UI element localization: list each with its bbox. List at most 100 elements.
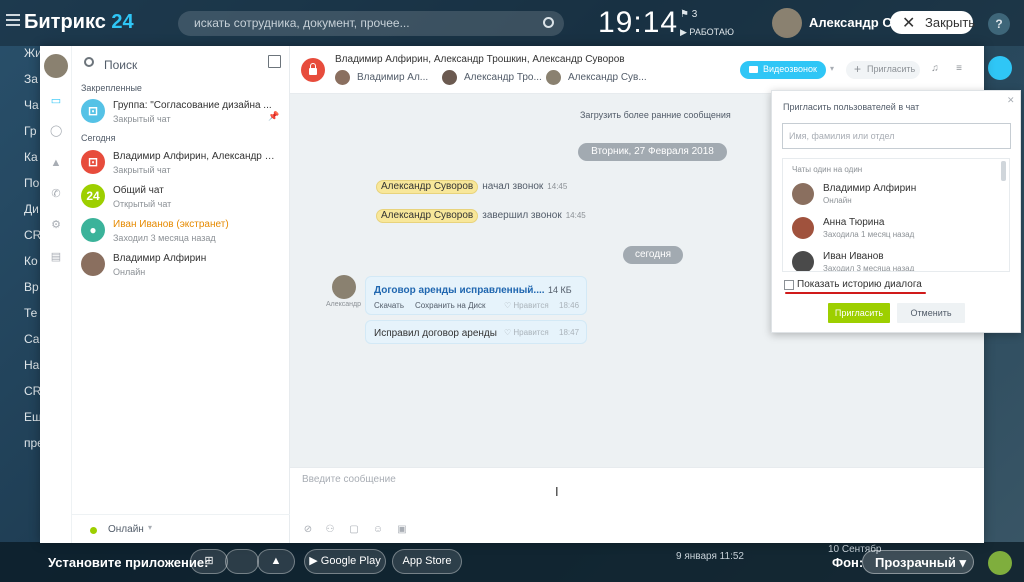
file-size: 14 КБ: [548, 285, 572, 295]
left-menu-item[interactable]: Жи: [0, 46, 42, 72]
chat-item-general[interactable]: 24 Общий чат Открытый чат: [72, 182, 290, 216]
mention-user-icon[interactable]: ⚇: [324, 524, 336, 536]
invite-list-item[interactable]: Иван Иванов Заходил 3 месяца назад: [792, 248, 992, 271]
portal-left-menu: Жи За Ча Гр Ка По Ди CR Ко Вр Те Са На C…: [0, 46, 44, 536]
chats-icon[interactable]: ▭: [50, 95, 62, 107]
phone-icon[interactable]: ✆: [50, 188, 62, 200]
invite-user-list: Чаты один на один Владимир Алфирин Онлай…: [782, 158, 1010, 272]
avatar: [81, 252, 105, 276]
create-task-icon[interactable]: ▣: [396, 524, 408, 536]
left-menu-item[interactable]: CR: [0, 228, 41, 254]
windows-app-button[interactable]: ⊞: [190, 549, 228, 574]
left-menu-item[interactable]: За: [0, 72, 40, 98]
notifications-icon[interactable]: ▲: [50, 157, 62, 169]
bell-icon[interactable]: ♫: [928, 62, 942, 76]
invite-list-item[interactable]: Владимир Алфирин Онлайн: [792, 180, 992, 210]
like-button[interactable]: ♡ Нравится: [504, 301, 549, 310]
left-menu-item[interactable]: Са: [0, 332, 40, 358]
show-history-label[interactable]: Показать историю диалога: [797, 279, 922, 290]
search-messages-icon[interactable]: ≡: [952, 62, 966, 76]
invite-confirm-button[interactable]: Пригласить: [828, 303, 890, 323]
background-select[interactable]: Прозрачный ▾: [862, 550, 974, 574]
hamburger-menu-icon[interactable]: [6, 14, 20, 26]
message-input-placeholder: Введите сообщение: [302, 474, 396, 485]
recent-search[interactable]: Поиск: [72, 46, 290, 80]
close-messenger-button[interactable]: ✕ Закрыть: [890, 11, 975, 34]
search-icon: [84, 57, 94, 67]
left-menu-item[interactable]: Ко: [0, 254, 40, 280]
left-menu-item[interactable]: пре: [0, 436, 44, 462]
file-name-link[interactable]: Договор аренды исправленный....: [374, 285, 545, 296]
new-chat-icon[interactable]: [268, 55, 281, 68]
left-menu-item[interactable]: По: [0, 176, 40, 202]
chat-title[interactable]: Владимир Алфирин, Александр Трошкин, Але…: [335, 54, 625, 65]
left-menu-item[interactable]: CR: [0, 384, 41, 410]
load-earlier-link[interactable]: Загрузить более ранние сообщения: [580, 110, 731, 120]
settings-gear-icon[interactable]: ⚙: [50, 219, 62, 231]
message-input[interactable]: Введите сообщение I ⊘ ⚇ ▢ ☺ ▣: [290, 467, 984, 543]
chat-item-group[interactable]: ⊡ Группа: "Согласование дизайна ... Закр…: [72, 97, 290, 131]
formatting-icon[interactable]: ▢: [348, 524, 360, 536]
left-menu-item[interactable]: Ка: [0, 150, 40, 176]
smile-icon[interactable]: ☺: [372, 524, 384, 536]
mac-app-button[interactable]: [225, 549, 259, 574]
chat-item-extranet-user[interactable]: ● Иван Иванов (экстранет) Заходил 3 меся…: [72, 216, 290, 250]
left-menu-item[interactable]: Еш: [0, 410, 42, 436]
message-time: 18:46: [559, 301, 580, 310]
scrollbar[interactable]: [1001, 161, 1006, 181]
save-to-disk-link[interactable]: Сохранить на Диск: [415, 301, 485, 310]
history-icon[interactable]: ▤: [50, 251, 62, 263]
left-menu-item[interactable]: На: [0, 358, 40, 384]
video-call-button[interactable]: Видеозвонок ▾: [740, 61, 834, 79]
invite-cancel-button[interactable]: Отменить: [897, 303, 965, 323]
close-icon[interactable]: ✕: [1007, 95, 1015, 106]
left-menu-item[interactable]: Ча: [0, 98, 40, 124]
left-menu-item[interactable]: Гр: [0, 124, 40, 150]
chat-lock-avatar[interactable]: [301, 58, 325, 82]
invite-search-input[interactable]: Имя, фамилия или отдел: [782, 123, 1011, 149]
recent-chats-panel: Поиск Закрепленные ⊡ Группа: "Согласован…: [72, 46, 290, 543]
phone-icon[interactable]: [988, 551, 1012, 575]
message-time: 18:47: [559, 328, 580, 337]
chat-item-closed-chat[interactable]: ⊡ Владимир Алфирин, Александр Тр... Закр…: [72, 148, 290, 182]
help-icon[interactable]: ?: [988, 13, 1010, 35]
portal-search-input[interactable]: искать сотрудника, документ, прочее...: [178, 11, 564, 36]
chevron-down-icon[interactable]: ▾: [830, 64, 834, 73]
clock[interactable]: 19:14: [598, 6, 678, 40]
online-dot-icon: [90, 527, 97, 534]
flag-count: ⚑ 3: [680, 9, 698, 20]
chat-item-user[interactable]: Владимир Алфирин Онлайн: [72, 250, 290, 284]
user-avatar[interactable]: [772, 8, 802, 38]
invite-list-item[interactable]: Анна Тюрина Заходила 1 месяц назад: [792, 214, 992, 244]
like-button[interactable]: ♡ Нравится: [504, 328, 549, 337]
app-store-button[interactable]: App Store: [392, 549, 462, 574]
linux-app-button[interactable]: ▲: [257, 549, 295, 574]
dialog-header: Владимир Алфирин, Александр Трошкин, Але…: [290, 46, 984, 94]
invite-popup-title: Пригласить пользователей в чат: [783, 102, 920, 112]
google-play-button[interactable]: ▶ Google Play: [304, 549, 386, 574]
left-menu-item[interactable]: Вр: [0, 280, 40, 306]
my-avatar[interactable]: [44, 54, 68, 78]
file-message-bubble: Договор аренды исправленный.... 14 КБ Ск…: [365, 276, 587, 315]
avatar: [442, 70, 457, 85]
notifications-bell-icon[interactable]: [988, 56, 1012, 80]
message-author-name: Александр: [326, 301, 362, 308]
left-menu-item[interactable]: Ди: [0, 202, 40, 228]
portal-logo[interactable]: Битрикс 24: [24, 11, 134, 34]
left-menu-item[interactable]: Те: [0, 306, 40, 332]
avatar: [792, 217, 814, 239]
avatar: [792, 183, 814, 205]
message-text: Исправил договор аренды: [374, 328, 497, 339]
text-cursor-icon: I: [555, 484, 559, 499]
chevron-down-icon: ▾: [148, 523, 153, 532]
pin-icon[interactable]: 📌: [268, 111, 279, 122]
lock-avatar-icon: ⊡: [81, 150, 105, 174]
show-history-checkbox[interactable]: [784, 280, 794, 290]
attach-file-icon[interactable]: ⊘: [302, 524, 314, 536]
work-status[interactable]: ▶ РАБОТАЮ: [680, 27, 734, 38]
invite-button[interactable]: + Пригласить: [846, 61, 920, 79]
download-link[interactable]: Скачать: [374, 301, 404, 310]
open-lines-icon[interactable]: ◯: [50, 125, 62, 137]
my-status-selector[interactable]: Онлайн ▾: [72, 514, 290, 542]
message-author-avatar[interactable]: [332, 275, 356, 299]
